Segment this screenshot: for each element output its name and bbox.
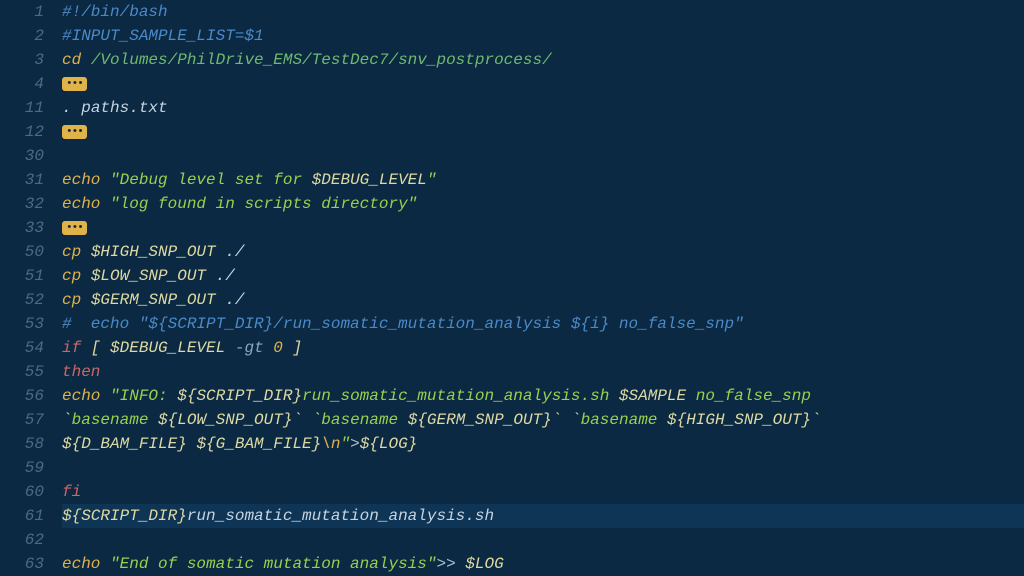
- code-line: cd /Volumes/PhilDrive_EMS/TestDec7/snv_p…: [62, 48, 1024, 72]
- code-line: •••: [62, 72, 1024, 96]
- code-editor[interactable]: 1 2 3 4 11 12 30 31 32 33 50 51 52 53 54…: [0, 0, 1024, 547]
- line-number: 58: [0, 432, 44, 456]
- line-number: 2: [0, 24, 44, 48]
- code-line: `basename ${LOW_SNP_OUT}` `basename ${GE…: [62, 408, 1024, 432]
- code-line: cp $HIGH_SNP_OUT ./: [62, 240, 1024, 264]
- fold-marker-icon[interactable]: •••: [62, 125, 87, 139]
- code-line: if [ $DEBUG_LEVEL -gt 0 ]: [62, 336, 1024, 360]
- line-number: 61: [0, 504, 44, 528]
- code-line: echo "End of somatic mutation analysis">…: [62, 552, 1024, 576]
- code-line: . paths.txt: [62, 96, 1024, 120]
- code-line: then: [62, 360, 1024, 384]
- line-number: 30: [0, 144, 44, 168]
- line-number-gutter: 1 2 3 4 11 12 30 31 32 33 50 51 52 53 54…: [0, 0, 58, 547]
- line-number: 51: [0, 264, 44, 288]
- code-line: ${D_BAM_FILE} ${G_BAM_FILE}\n">${LOG}: [62, 432, 1024, 456]
- code-line: cp $GERM_SNP_OUT ./: [62, 288, 1024, 312]
- code-line: [62, 528, 1024, 552]
- line-number: 57: [0, 408, 44, 432]
- line-number: 11: [0, 96, 44, 120]
- line-number: 3: [0, 48, 44, 72]
- code-line: echo "Debug level set for $DEBUG_LEVEL": [62, 168, 1024, 192]
- code-line: •••: [62, 120, 1024, 144]
- line-number: 31: [0, 168, 44, 192]
- line-number: 63: [0, 552, 44, 576]
- code-line: #!/bin/bash: [62, 0, 1024, 24]
- code-line: •••: [62, 216, 1024, 240]
- line-number: 12: [0, 120, 44, 144]
- line-number: 53: [0, 312, 44, 336]
- fold-marker-icon[interactable]: •••: [62, 221, 87, 235]
- code-line: # echo "${SCRIPT_DIR}/run_somatic_mutati…: [62, 312, 1024, 336]
- line-number: 55: [0, 360, 44, 384]
- line-number: 52: [0, 288, 44, 312]
- code-line: [62, 144, 1024, 168]
- line-number: 33: [0, 216, 44, 240]
- line-number: 60: [0, 480, 44, 504]
- code-line: fi: [62, 480, 1024, 504]
- code-line: [62, 456, 1024, 480]
- code-line: #INPUT_SAMPLE_LIST=$1: [62, 24, 1024, 48]
- line-number: 1: [0, 0, 44, 24]
- code-line: cp $LOW_SNP_OUT ./: [62, 264, 1024, 288]
- line-number: 4: [0, 72, 44, 96]
- line-number: 56: [0, 384, 44, 408]
- line-number: 50: [0, 240, 44, 264]
- line-number: 59: [0, 456, 44, 480]
- code-line-current: ${SCRIPT_DIR}run_somatic_mutation_analys…: [62, 504, 1024, 528]
- line-number: 62: [0, 528, 44, 552]
- line-number: 32: [0, 192, 44, 216]
- line-number: 54: [0, 336, 44, 360]
- code-content[interactable]: #!/bin/bash #INPUT_SAMPLE_LIST=$1 cd /Vo…: [58, 0, 1024, 547]
- code-line: echo "log found in scripts directory": [62, 192, 1024, 216]
- code-line: echo "INFO: ${SCRIPT_DIR}run_somatic_mut…: [62, 384, 1024, 408]
- fold-marker-icon[interactable]: •••: [62, 77, 87, 91]
